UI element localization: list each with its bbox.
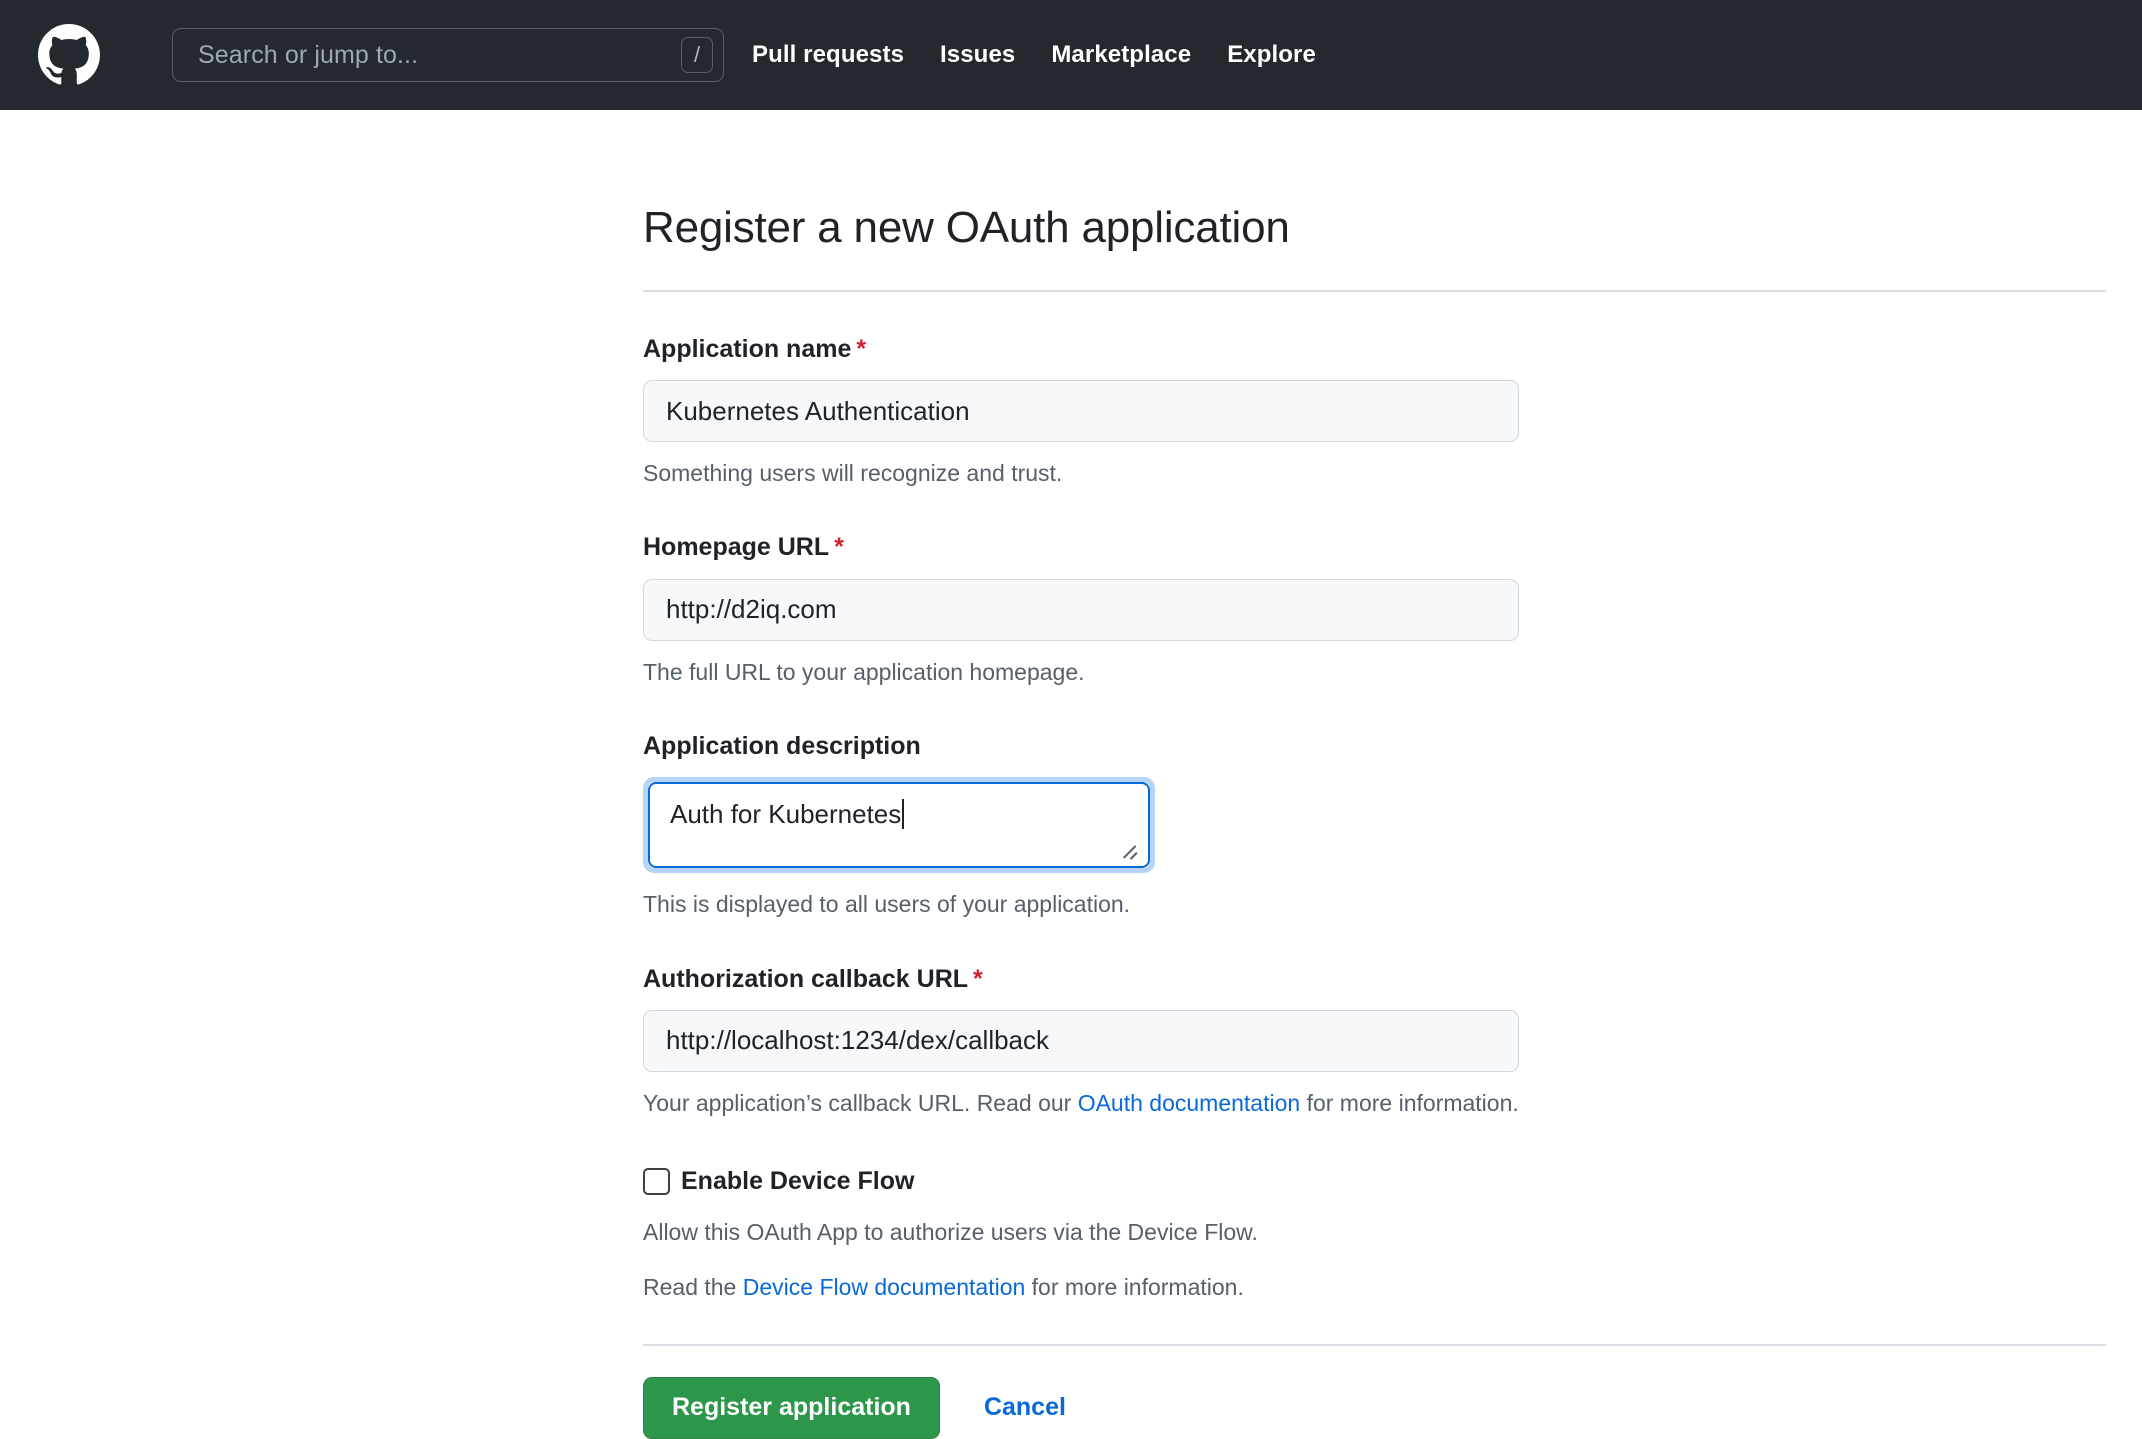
callback-url-hint: Your application’s callback URL. Read ou… bbox=[643, 1087, 2106, 1120]
application-name-label-text: Application name bbox=[643, 334, 852, 363]
main-content: Register a new OAuth application Applica… bbox=[0, 110, 2142, 1439]
homepage-url-hint: The full URL to your application homepag… bbox=[643, 658, 1085, 685]
enable-device-flow-checkbox[interactable] bbox=[643, 1168, 670, 1196]
callback-url-hint-after: for more information. bbox=[1300, 1089, 1519, 1116]
field-application-name: Application name* Something users will r… bbox=[643, 334, 2106, 491]
device-flow-read-more: Read the Device Flow documentation for m… bbox=[643, 1271, 2106, 1304]
search-shortcut-key: / bbox=[681, 37, 713, 73]
form-footer-divider bbox=[643, 1343, 2106, 1346]
oauth-documentation-link[interactable]: OAuth documentation bbox=[1078, 1090, 1300, 1116]
title-divider bbox=[643, 289, 2106, 292]
callback-url-label: Authorization callback URL * bbox=[643, 964, 2106, 995]
required-asterisk: * bbox=[973, 964, 983, 993]
primary-nav: Pull requests Issues Marketplace Explore bbox=[752, 41, 1316, 69]
required-asterisk: * bbox=[856, 334, 867, 363]
callback-url-hint-before: Your application’s callback URL. Read ou… bbox=[643, 1089, 1078, 1116]
resize-handle-icon[interactable] bbox=[1123, 843, 1137, 857]
nav-item-pull-requests[interactable]: Pull requests bbox=[752, 41, 904, 69]
nav-item-explore[interactable]: Explore bbox=[1227, 41, 1316, 69]
nav-item-issues[interactable]: Issues bbox=[940, 41, 1015, 69]
application-description-textarea[interactable]: Auth for Kubernetes bbox=[648, 782, 1150, 869]
search-input[interactable]: Search or jump to... / bbox=[172, 28, 724, 82]
cancel-button[interactable]: Cancel bbox=[984, 1395, 1066, 1420]
register-application-button[interactable]: Register application bbox=[643, 1376, 940, 1439]
search-placeholder-text: Search or jump to... bbox=[198, 40, 419, 69]
application-name-input[interactable] bbox=[643, 380, 1519, 443]
text-cursor bbox=[902, 799, 905, 830]
required-asterisk: * bbox=[834, 533, 844, 562]
device-flow-description: Allow this OAuth App to authorize users … bbox=[643, 1219, 1258, 1246]
page-title: Register a new OAuth application bbox=[643, 203, 1290, 252]
application-description-hint: This is displayed to all users of your a… bbox=[643, 891, 1131, 918]
field-application-description: Application description Auth for Kuberne… bbox=[643, 731, 2106, 922]
global-header: Search or jump to... / Pull requests Iss… bbox=[0, 0, 2142, 110]
callback-url-input[interactable] bbox=[643, 1009, 1519, 1072]
application-description-focus-ring: Auth for Kubernetes bbox=[643, 777, 1155, 874]
oauth-app-form: Application name* Something users will r… bbox=[643, 334, 2106, 1439]
homepage-url-input[interactable] bbox=[643, 578, 1519, 641]
application-description-label-text: Application description bbox=[643, 731, 921, 760]
form-actions: Register application Cancel bbox=[643, 1376, 2106, 1439]
application-name-hint: Something users will recognize and trust… bbox=[643, 460, 1063, 487]
device-flow-read-before: Read the bbox=[643, 1273, 743, 1300]
enable-device-flow-label[interactable]: Enable Device Flow bbox=[681, 1169, 914, 1194]
device-flow-documentation-link[interactable]: Device Flow documentation bbox=[743, 1274, 1026, 1300]
github-mark-icon[interactable] bbox=[38, 24, 100, 86]
callback-url-label-text: Authorization callback URL bbox=[643, 964, 969, 993]
application-description-value-wrap: Auth for Kubernetes bbox=[670, 798, 1128, 832]
homepage-url-label: Homepage URL * bbox=[643, 532, 2106, 563]
device-flow-read-after: for more information. bbox=[1025, 1273, 1244, 1300]
field-homepage-url: Homepage URL* The full URL to your appli… bbox=[643, 532, 2106, 689]
device-flow-row: Enable Device Flow bbox=[643, 1168, 2106, 1196]
application-description-label: Application description bbox=[643, 731, 2106, 762]
nav-item-marketplace[interactable]: Marketplace bbox=[1051, 41, 1191, 69]
application-description-value: Auth for Kubernetes bbox=[670, 799, 902, 830]
field-callback-url: Authorization callback URL* Your applica… bbox=[643, 964, 2106, 1121]
application-name-label: Application name * bbox=[643, 334, 2106, 365]
homepage-url-label-text: Homepage URL bbox=[643, 533, 830, 562]
